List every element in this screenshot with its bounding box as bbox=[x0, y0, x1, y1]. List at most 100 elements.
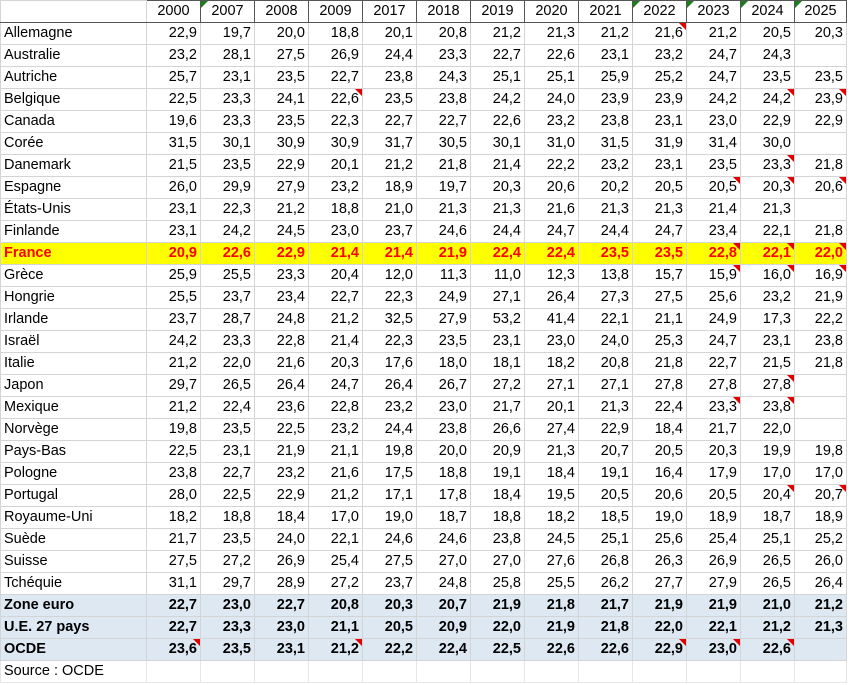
value-cell[interactable]: 21,2 bbox=[578, 22, 633, 45]
value-cell[interactable]: 25,9 bbox=[146, 264, 201, 287]
value-cell[interactable]: 21,1 bbox=[308, 440, 363, 463]
value-cell[interactable]: 17,8 bbox=[416, 484, 471, 507]
value-cell[interactable]: 23,5 bbox=[200, 154, 255, 177]
value-cell[interactable]: 19,7 bbox=[200, 22, 255, 45]
value-cell[interactable]: 31,5 bbox=[146, 132, 201, 155]
value-cell[interactable]: 24,7 bbox=[524, 220, 579, 243]
column-header-2017[interactable]: 2017 bbox=[362, 0, 417, 23]
value-cell[interactable]: 20,5 bbox=[362, 616, 417, 639]
value-cell[interactable]: 21,9 bbox=[524, 616, 579, 639]
value-cell[interactable]: 22,5 bbox=[200, 484, 255, 507]
column-header-2008[interactable]: 2008 bbox=[254, 0, 309, 23]
value-cell[interactable]: 18,4 bbox=[254, 506, 309, 529]
value-cell[interactable]: 20,3 bbox=[470, 176, 525, 199]
value-cell[interactable]: 23,3 bbox=[740, 154, 795, 177]
country-cell[interactable]: États-Unis bbox=[0, 198, 147, 221]
value-cell[interactable]: 21,8 bbox=[632, 352, 687, 375]
value-cell[interactable]: 22,5 bbox=[146, 440, 201, 463]
value-cell[interactable]: 21,6 bbox=[524, 198, 579, 221]
country-cell[interactable]: OCDE bbox=[0, 638, 147, 661]
value-cell[interactable]: 18,1 bbox=[470, 352, 525, 375]
value-cell[interactable]: 22,0 bbox=[740, 418, 795, 441]
value-cell[interactable]: 23,1 bbox=[632, 154, 687, 177]
value-cell[interactable]: 20,5 bbox=[740, 22, 795, 45]
value-cell[interactable]: 12,0 bbox=[362, 264, 417, 287]
value-cell[interactable]: 23,7 bbox=[362, 220, 417, 243]
value-cell[interactable]: 21,3 bbox=[740, 198, 795, 221]
value-cell[interactable]: 18,4 bbox=[524, 462, 579, 485]
value-cell[interactable]: 23,8 bbox=[578, 110, 633, 133]
country-cell[interactable]: Belgique bbox=[0, 88, 147, 111]
value-cell[interactable]: 26,5 bbox=[740, 572, 795, 595]
value-cell[interactable]: 23,1 bbox=[200, 66, 255, 89]
source-note[interactable]: Source : OCDE bbox=[0, 660, 147, 683]
value-cell[interactable]: 22,7 bbox=[308, 66, 363, 89]
empty-cell[interactable] bbox=[578, 660, 633, 683]
value-cell[interactable]: 20,5 bbox=[686, 176, 741, 199]
column-header-2023[interactable]: 2023 bbox=[686, 0, 741, 23]
value-cell[interactable]: 19,0 bbox=[362, 506, 417, 529]
value-cell[interactable]: 23,8 bbox=[416, 88, 471, 111]
value-cell[interactable]: 22,4 bbox=[632, 396, 687, 419]
value-cell[interactable]: 18,8 bbox=[308, 22, 363, 45]
value-cell[interactable]: 25,2 bbox=[632, 66, 687, 89]
value-cell[interactable]: 22,8 bbox=[254, 330, 309, 353]
value-cell[interactable]: 25,5 bbox=[200, 264, 255, 287]
value-cell[interactable]: 23,5 bbox=[740, 66, 795, 89]
value-cell[interactable]: 24,9 bbox=[416, 286, 471, 309]
empty-cell[interactable] bbox=[146, 660, 201, 683]
value-cell[interactable] bbox=[794, 198, 847, 221]
value-cell[interactable]: 23,4 bbox=[686, 220, 741, 243]
value-cell[interactable]: 23,9 bbox=[578, 88, 633, 111]
value-cell[interactable]: 21,3 bbox=[524, 22, 579, 45]
value-cell[interactable]: 23,5 bbox=[632, 242, 687, 265]
value-cell[interactable]: 22,9 bbox=[794, 110, 847, 133]
value-cell[interactable]: 21,2 bbox=[308, 484, 363, 507]
value-cell[interactable]: 18,2 bbox=[146, 506, 201, 529]
value-cell[interactable]: 24,7 bbox=[686, 330, 741, 353]
country-cell[interactable]: France bbox=[0, 242, 147, 265]
value-cell[interactable]: 23,0 bbox=[686, 110, 741, 133]
value-cell[interactable]: 28,7 bbox=[200, 308, 255, 331]
value-cell[interactable]: 20,3 bbox=[740, 176, 795, 199]
empty-cell[interactable] bbox=[308, 660, 363, 683]
value-cell[interactable]: 20,0 bbox=[416, 440, 471, 463]
value-cell[interactable]: 22,1 bbox=[740, 220, 795, 243]
value-cell[interactable]: 25,6 bbox=[686, 286, 741, 309]
value-cell[interactable]: 26,4 bbox=[362, 374, 417, 397]
value-cell[interactable]: 22,4 bbox=[200, 396, 255, 419]
value-cell[interactable]: 23,7 bbox=[362, 572, 417, 595]
value-cell[interactable]: 23,1 bbox=[632, 110, 687, 133]
value-cell[interactable]: 23,7 bbox=[146, 308, 201, 331]
value-cell[interactable]: 23,0 bbox=[200, 594, 255, 617]
value-cell[interactable]: 24,4 bbox=[362, 44, 417, 67]
value-cell[interactable]: 27,2 bbox=[200, 550, 255, 573]
value-cell[interactable]: 22,9 bbox=[632, 638, 687, 661]
corner-cell[interactable] bbox=[0, 0, 147, 23]
value-cell[interactable]: 22,0 bbox=[470, 616, 525, 639]
value-cell[interactable]: 22,5 bbox=[146, 88, 201, 111]
value-cell[interactable]: 24,7 bbox=[686, 44, 741, 67]
value-cell[interactable]: 23,3 bbox=[200, 616, 255, 639]
value-cell[interactable]: 25,7 bbox=[146, 66, 201, 89]
value-cell[interactable]: 21,9 bbox=[470, 594, 525, 617]
value-cell[interactable]: 21,2 bbox=[740, 616, 795, 639]
value-cell[interactable]: 21,5 bbox=[740, 352, 795, 375]
value-cell[interactable]: 29,7 bbox=[146, 374, 201, 397]
value-cell[interactable]: 24,5 bbox=[524, 528, 579, 551]
value-cell[interactable]: 22,9 bbox=[578, 418, 633, 441]
value-cell[interactable]: 22,7 bbox=[308, 286, 363, 309]
value-cell[interactable]: 23,5 bbox=[362, 88, 417, 111]
empty-cell[interactable] bbox=[632, 660, 687, 683]
country-cell[interactable]: Pologne bbox=[0, 462, 147, 485]
value-cell[interactable]: 24,9 bbox=[686, 308, 741, 331]
country-cell[interactable]: Irlande bbox=[0, 308, 147, 331]
value-cell[interactable]: 27,9 bbox=[686, 572, 741, 595]
value-cell[interactable]: 19,5 bbox=[524, 484, 579, 507]
value-cell[interactable]: 20,9 bbox=[416, 616, 471, 639]
value-cell[interactable]: 20,3 bbox=[362, 594, 417, 617]
column-header-2018[interactable]: 2018 bbox=[416, 0, 471, 23]
country-cell[interactable]: Mexique bbox=[0, 396, 147, 419]
value-cell[interactable]: 18,8 bbox=[416, 462, 471, 485]
value-cell[interactable]: 30,1 bbox=[470, 132, 525, 155]
